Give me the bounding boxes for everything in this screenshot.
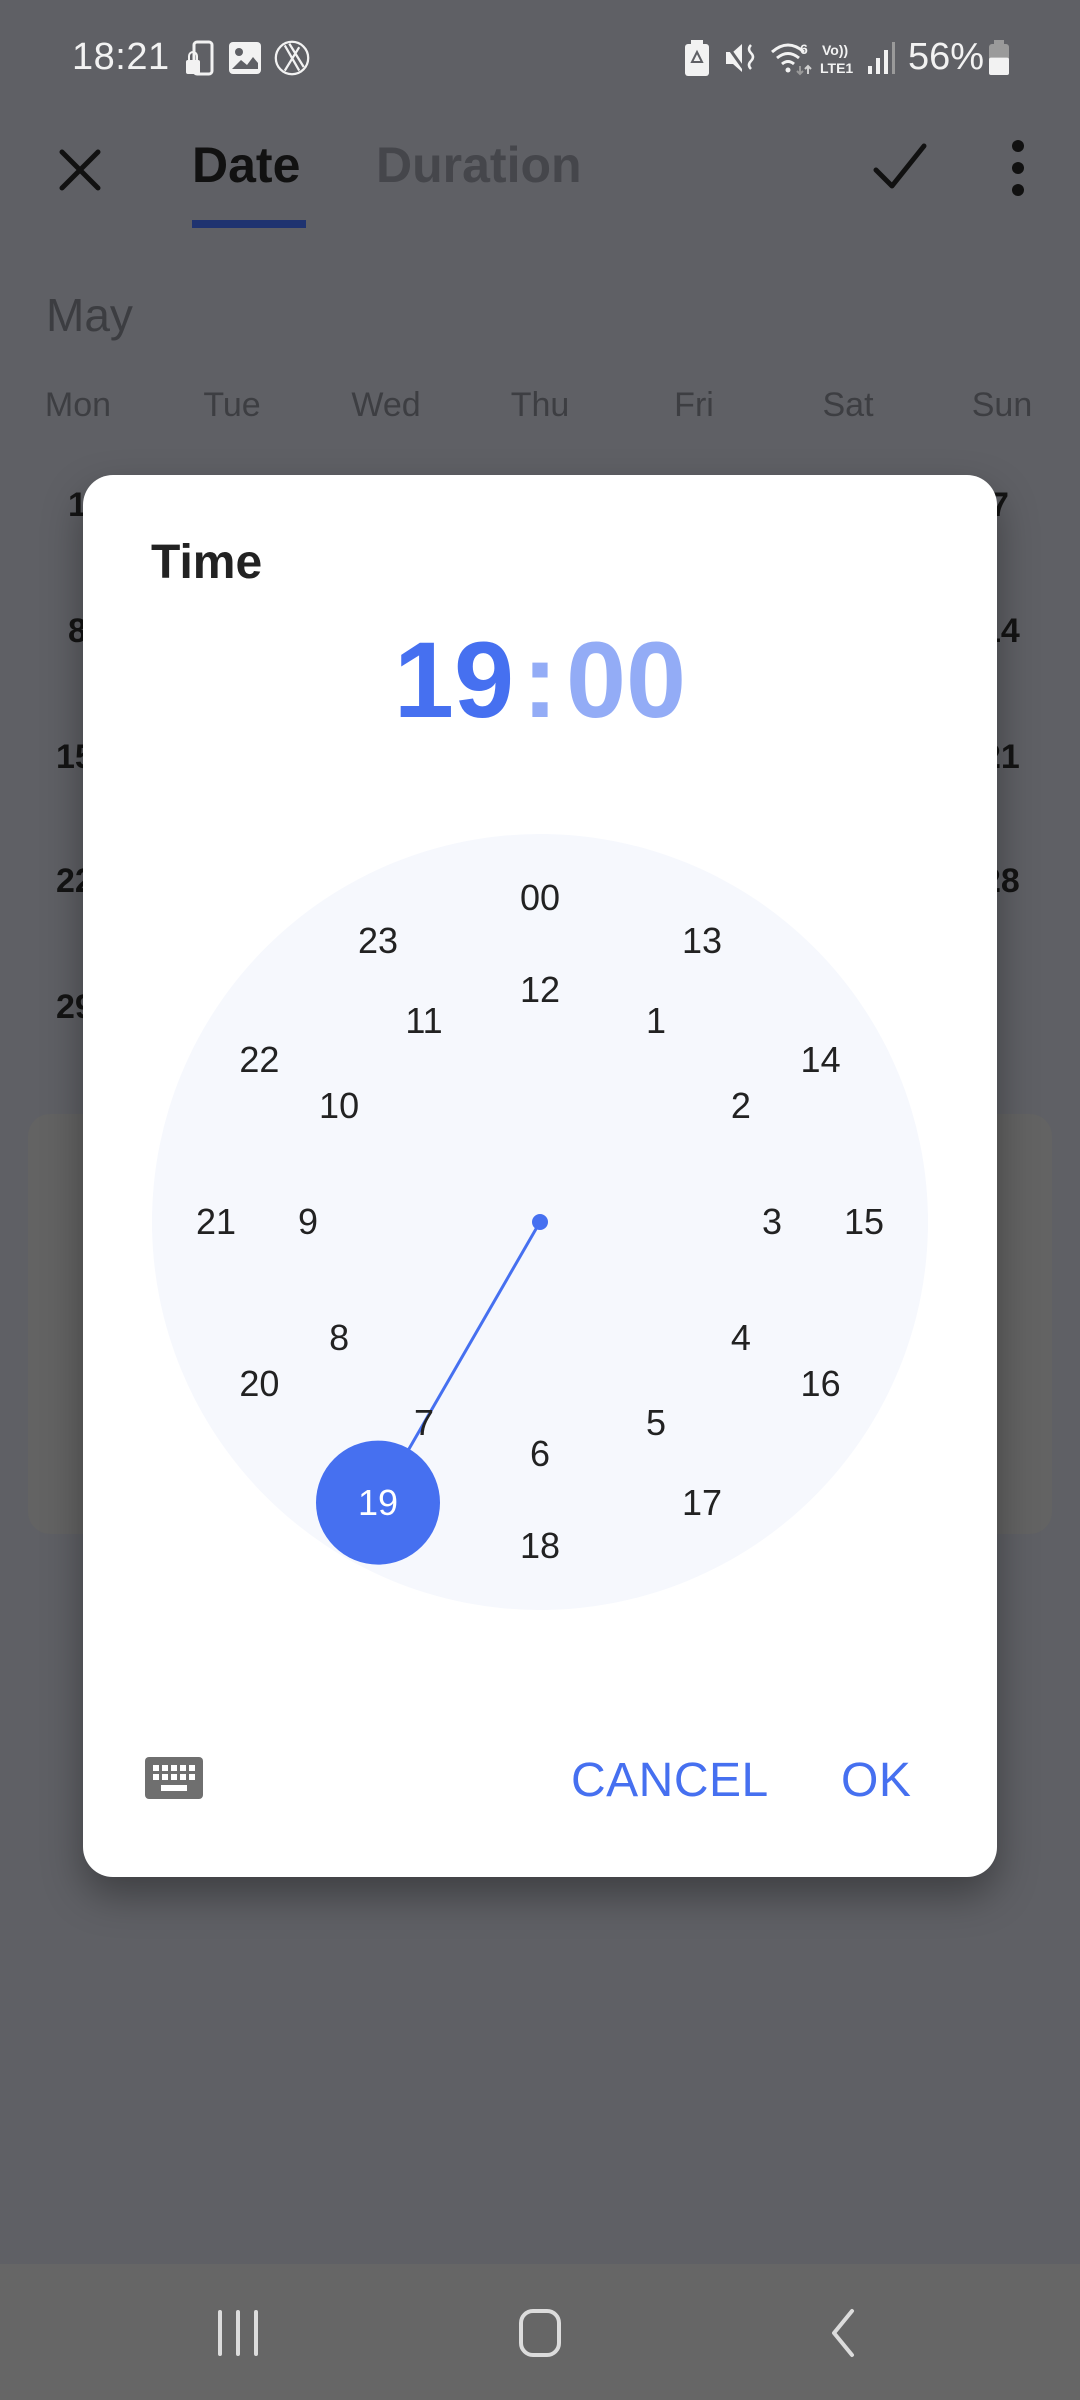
close-icon[interactable] [50,140,110,200]
image-icon [229,42,261,74]
hour-option-2[interactable]: 2 [731,1088,751,1124]
check-icon[interactable] [868,136,932,200]
signal-icon [868,42,895,74]
hour-option-14[interactable]: 14 [801,1042,841,1078]
battery-saver-icon [685,40,709,76]
cancel-button[interactable]: CANCEL [571,1753,769,1808]
system-nav-bar [0,2264,1080,2400]
clock-hand-layer [316,1214,548,1565]
phone-lock-icon [186,40,214,76]
weekday-fri: Fri [674,386,714,424]
svg-text:Vo)): Vo)) [822,42,848,58]
hour-option-15[interactable]: 15 [844,1204,884,1240]
svg-text:6: 6 [800,41,808,57]
time-readout: 19:00 [83,617,997,742]
hour-option-20[interactable]: 20 [239,1366,279,1402]
hour-option-5[interactable]: 5 [646,1404,666,1441]
hour-option-22[interactable]: 22 [239,1042,279,1078]
hour-option-8[interactable]: 8 [329,1320,349,1356]
active-tab-indicator [192,220,306,228]
back-icon[interactable] [812,2308,872,2358]
minute-display[interactable]: 00 [566,619,686,740]
clock-face[interactable]: 00 13 14 15 16 17 18 19 20 21 22 23 12 1 2 3 4 5 6 7 8 9 10 11 [152,834,928,1610]
hour-option-10[interactable]: 10 [319,1088,359,1124]
more-vert-icon[interactable] [998,136,1038,200]
hour-option-21[interactable]: 21 [196,1204,236,1240]
hour-option-6[interactable]: 6 [530,1436,550,1472]
status-time: 18:21 [72,36,170,78]
weekday-wed: Wed [351,386,421,424]
hour-display[interactable]: 19 [394,619,514,740]
weekday-mon: Mon [44,386,112,424]
time-picker-dialog: Time 19:00 00 13 14 15 16 17 18 19 20 21 22 23 12 1 2 3… [83,475,997,1877]
tab-date[interactable]: Date [192,136,300,194]
wifi6-icon: 6 [771,41,812,76]
hour-option-17[interactable]: 17 [682,1484,722,1521]
hour-option-3[interactable]: 3 [762,1204,782,1240]
weekday-sun: Sun [971,386,1033,424]
time-separator: : [522,619,558,740]
hour-option-13[interactable]: 13 [682,923,722,959]
hour-option-16[interactable]: 16 [801,1366,841,1402]
month-label: May [46,289,133,341]
hour-option-11[interactable]: 11 [405,1003,442,1039]
hour-option-18[interactable]: 18 [520,1528,560,1564]
hour-option-4[interactable]: 4 [731,1320,751,1356]
home-icon[interactable] [510,2308,570,2358]
hour-option-1[interactable]: 1 [646,1003,666,1039]
weekday-sat: Sat [822,386,874,424]
recent-apps-icon[interactable] [208,2308,268,2358]
hour-option-7[interactable]: 7 [414,1404,434,1441]
clock-center-dot [532,1214,548,1230]
x-app-icon [274,40,310,76]
battery-fill [989,57,1009,75]
mute-vibrate-icon [724,43,755,73]
weekday-thu: Thu [510,386,570,424]
tab-duration[interactable]: Duration [376,136,582,194]
svg-text:LTE1: LTE1 [820,60,853,76]
hour-option-12[interactable]: 12 [520,972,560,1008]
hour-option-23[interactable]: 23 [358,923,398,959]
hour-option-19[interactable]: 19 [358,1484,398,1521]
weekday-tue: Tue [203,386,261,424]
dialog-title: Time [151,536,263,589]
volte-lte1-icon: Vo)) LTE1 [820,42,853,76]
ok-button[interactable]: OK [841,1753,911,1808]
keyboard-icon[interactable] [145,1757,203,1799]
hour-option-00[interactable]: 00 [520,880,560,916]
status-bar: 18:21 6 Vo)) LTE1 56% [0,0,1080,120]
hour-option-9[interactable]: 9 [298,1204,318,1240]
weekday-header: Mon Tue Wed Thu Fri Sat Sun [0,386,1080,436]
battery-icon [989,40,1009,75]
battery-percent: 56% [908,36,985,78]
